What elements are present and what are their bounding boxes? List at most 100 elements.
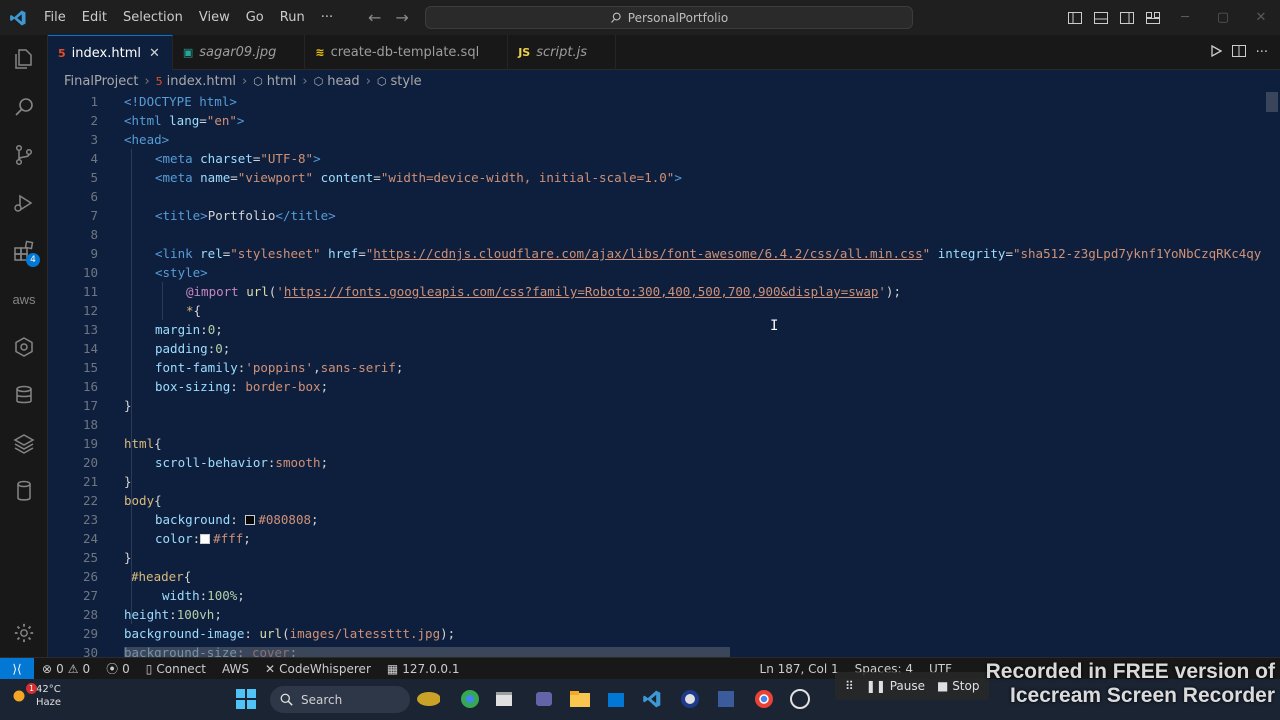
color-swatch[interactable] [245,515,256,525]
toggle-secondary-sidebar-icon[interactable] [1114,0,1140,35]
weather-widget[interactable]: 1 42°C Haze [8,683,61,709]
back-arrow-icon[interactable]: ← [368,8,381,27]
close-tab-icon[interactable]: ✕ [149,46,160,61]
run-icon[interactable] [1210,44,1222,61]
menu-item[interactable]: File [36,0,74,35]
explorer-icon[interactable] [0,35,48,83]
weather-text: 42°C Haze [36,683,61,709]
database-icon[interactable] [0,371,48,419]
cylinder-icon[interactable] [0,467,48,515]
code-token: <!DOCTYPE html> [124,94,237,109]
breadcrumb-item[interactable]: html [267,74,297,89]
toggle-primary-sidebar-icon[interactable] [1062,0,1088,35]
command-center-label: PersonalPortfolio [627,10,729,25]
color-swatch[interactable] [200,534,211,544]
whatsapp-icon[interactable] [788,687,812,711]
code-token: : [230,379,246,394]
js-icon: JS [518,46,531,59]
code-token: 'poppins' [245,360,314,375]
tab-script-js[interactable]: JS script.js [508,35,616,70]
vertical-scrollbar[interactable] [1266,92,1278,112]
file-explorer-icon[interactable] [568,687,592,711]
app-icon[interactable] [678,687,702,711]
breadcrumb-item[interactable]: head [327,74,359,89]
codewhisperer-status[interactable]: ✕ CodeWhisperer [257,662,379,676]
connect-button[interactable]: ▯ Connect [138,662,214,676]
line-number: 30 [82,645,98,657]
browser-icon[interactable] [458,687,482,711]
maximize-icon[interactable]: ▢ [1204,0,1242,35]
more-actions-icon[interactable]: ··· [1256,45,1268,60]
search-icon [610,12,621,23]
remote-indicator-icon[interactable]: ⟩⟨ [0,657,34,680]
extensions-icon[interactable]: 4 [0,227,48,275]
stop-button[interactable]: ■ Stop [937,679,979,693]
search-icon[interactable] [0,83,48,131]
breadcrumb-item[interactable]: index.html [167,74,236,89]
close-window-icon[interactable]: ✕ [1242,0,1280,35]
vscode-taskbar-icon[interactable] [640,687,664,711]
menu-item[interactable]: Selection [115,0,191,35]
aws-explorer-icon[interactable] [0,323,48,371]
menu-item[interactable]: Run [272,0,313,35]
problems-indicator[interactable]: ⊗ 0 ⚠ 0 [34,662,98,676]
taskbar-search[interactable]: Search [270,686,410,713]
source-control-icon[interactable] [0,131,48,179]
app-icon[interactable] [714,687,738,711]
widgets-icon[interactable] [416,687,440,711]
code-text: height:100vh; [124,605,222,624]
code-token: ; [215,322,223,337]
tab-index-html[interactable]: 5 index.html ✕ [48,35,173,70]
chevron-right-icon: › [144,73,150,89]
ports-indicator[interactable]: ⦿ 0 [98,660,138,677]
code-editor[interactable]: 1 <!DOCTYPE html> 2 <html lang="en"> 3 <head>… [48,92,1280,657]
customize-layout-icon[interactable] [1140,0,1166,35]
code-line: 19 html{ [48,434,1280,453]
server-icon: ▦ [386,661,399,676]
run-debug-icon[interactable] [0,179,48,227]
tab-sagar09-jpg[interactable]: ▣ sagar09.jpg [173,35,306,70]
menu-item[interactable]: Go [238,0,272,35]
plug-icon: ▯ [145,661,153,676]
code-token: rel [200,246,223,261]
code-token: = [199,113,207,128]
drag-handle-icon[interactable]: ⠿ [845,679,854,693]
settings-gear-icon[interactable] [0,609,48,657]
code-text: color: #fff; [155,529,251,548]
command-center[interactable]: PersonalPortfolio [425,6,913,29]
temperature: 42°C [36,684,61,695]
cursor-position[interactable]: Ln 187, Col 1 [752,662,847,676]
toggle-panel-icon[interactable] [1088,0,1114,35]
teams-icon[interactable] [532,687,556,711]
store-icon[interactable] [604,687,628,711]
code-token: > [674,170,682,185]
code-text: <meta name="viewport" content="width=dev… [155,168,682,187]
menu-item[interactable]: View [191,0,238,35]
windows-start-icon[interactable] [234,687,258,711]
code-line: 3 <head> [48,130,1280,149]
menu-item[interactable]: ··· [313,0,341,35]
menu-item[interactable]: Edit [74,0,115,35]
minimize-icon[interactable]: ─ [1166,0,1204,35]
breadcrumb-item[interactable]: FinalProject [64,74,138,89]
live-server-status[interactable]: ▦ 127.0.0.1 [379,662,468,676]
chrome-icon[interactable] [752,687,776,711]
line-number: 20 [82,455,98,470]
code-line: 1 <!DOCTYPE html> [48,92,1280,111]
vscode-logo-icon[interactable] [0,0,36,35]
horizontal-scrollbar[interactable] [124,647,730,657]
forward-arrow-icon[interactable]: → [395,8,408,27]
line-number: 18 [82,417,98,432]
breadcrumb-item[interactable]: style [391,74,422,89]
task-view-icon[interactable] [492,687,516,711]
stack-icon[interactable] [0,419,48,467]
pause-button[interactable]: ❚❚ Pause [866,679,925,693]
split-editor-icon[interactable] [1231,44,1246,61]
code-token: 0 [215,341,223,356]
aws-icon[interactable]: aws [0,275,48,323]
aws-status[interactable]: AWS [214,662,257,676]
code-token: content [313,170,374,185]
code-token: "sha512-z3gLpd7yknf1YoNbCzqRKc4qy [1012,246,1262,261]
code-line: 12 *{ [48,301,1280,320]
tab-create-db-template-sql[interactable]: ≋ create-db-template.sql [305,35,509,70]
